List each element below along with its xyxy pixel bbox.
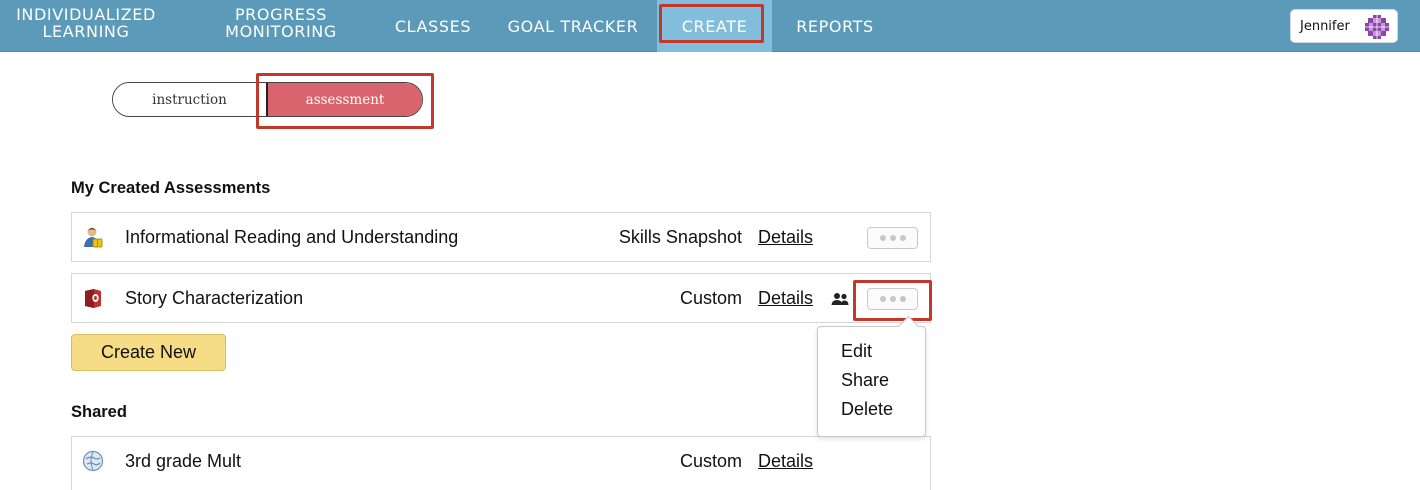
shared-title: Shared <box>71 403 127 421</box>
more-options-button[interactable] <box>867 288 918 310</box>
details-link[interactable]: Details <box>758 288 813 309</box>
details-link[interactable]: Details <box>758 227 813 248</box>
top-nav: INDIVIDUALIZED LEARNING PROGRESS MONITOR… <box>0 0 1420 52</box>
mode-toggle: instruction assessment <box>112 82 423 117</box>
nav-individualized-label: INDIVIDUALIZED LEARNING <box>16 5 156 41</box>
list-item: Story Characterization Custom Details <box>71 273 931 323</box>
toggle-assessment-label: assessment <box>305 91 385 108</box>
globe-icon <box>82 450 104 472</box>
nav-progress-monitoring[interactable]: PROGRESS MONITORING <box>206 0 356 52</box>
list-item: Informational Reading and Understanding … <box>71 212 931 262</box>
nav-goal-tracker-label: GOAL TRACKER <box>507 16 639 36</box>
details-link[interactable]: Details <box>758 451 813 472</box>
dot-icon <box>879 235 886 241</box>
dot-icon <box>879 296 886 302</box>
nav-individualized-learning[interactable]: INDIVIDUALIZED LEARNING <box>0 0 172 52</box>
dot-icon <box>899 296 906 302</box>
assessment-type: Custom <box>679 451 742 471</box>
nav-classes[interactable]: CLASSES <box>382 0 484 52</box>
assessment-title: Story Characterization <box>125 288 304 308</box>
nav-progress-label: PROGRESS MONITORING <box>225 5 337 41</box>
assessment-title: Informational Reading and Understanding <box>125 227 459 247</box>
my-assessments-title: My Created Assessments <box>71 179 271 197</box>
assessment-type: Skills Snapshot <box>618 227 742 247</box>
nav-goal-tracker[interactable]: GOAL TRACKER <box>497 0 649 52</box>
user-name: Jennifer <box>1300 18 1350 34</box>
purple-quilt-avatar-icon <box>1364 14 1390 40</box>
options-dropdown: Edit Share Delete <box>817 326 926 437</box>
assessment-type: Custom <box>679 288 742 308</box>
nav-reports[interactable]: REPORTS <box>785 0 885 52</box>
dot-icon <box>899 235 906 241</box>
assessment-title: 3rd grade Mult <box>125 451 242 471</box>
toggle-instruction-label: instruction <box>152 91 227 108</box>
menu-item-edit[interactable]: Edit <box>841 341 872 362</box>
student-reading-icon <box>84 227 103 248</box>
people-icon <box>831 293 849 305</box>
nav-classes-label: CLASSES <box>394 16 472 36</box>
toggle-instruction[interactable]: instruction <box>113 83 268 116</box>
nav-create[interactable]: CREATE <box>657 0 772 52</box>
create-new-button[interactable]: Create New <box>71 334 226 371</box>
menu-item-delete[interactable]: Delete <box>841 399 893 420</box>
toggle-assessment[interactable]: assessment <box>268 83 422 116</box>
more-options-button[interactable] <box>867 227 918 249</box>
nav-reports-label: REPORTS <box>796 16 874 36</box>
menu-item-share[interactable]: Share <box>841 370 889 391</box>
dot-icon <box>889 296 896 302</box>
dot-icon <box>889 235 896 241</box>
red-book-icon <box>85 289 101 308</box>
nav-create-label: CREATE <box>681 16 748 36</box>
list-item: 3rd grade Mult Custom Details <box>71 436 931 490</box>
user-menu[interactable]: Jennifer <box>1290 9 1398 43</box>
